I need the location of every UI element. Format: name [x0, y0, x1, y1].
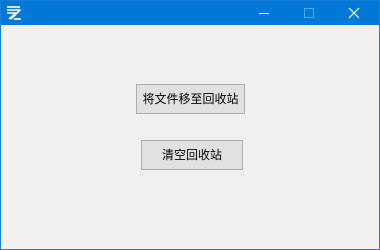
maximize-icon: [304, 8, 314, 18]
close-icon: [348, 7, 360, 19]
title-bar[interactable]: [1, 1, 379, 25]
app-logo-icon[interactable]: [5, 4, 23, 22]
client-area: 将文件移至回收站 清空回收站: [1, 25, 379, 249]
empty-recycle-bin-button[interactable]: 清空回收站: [141, 140, 243, 170]
move-to-recycle-bin-button[interactable]: 将文件移至回收站: [136, 84, 245, 114]
close-button[interactable]: [331, 1, 377, 25]
minimize-button[interactable]: [241, 1, 287, 25]
minimize-icon: [259, 13, 269, 14]
app-window: 将文件移至回收站 清空回收站: [0, 0, 380, 250]
maximize-button[interactable]: [286, 1, 332, 25]
